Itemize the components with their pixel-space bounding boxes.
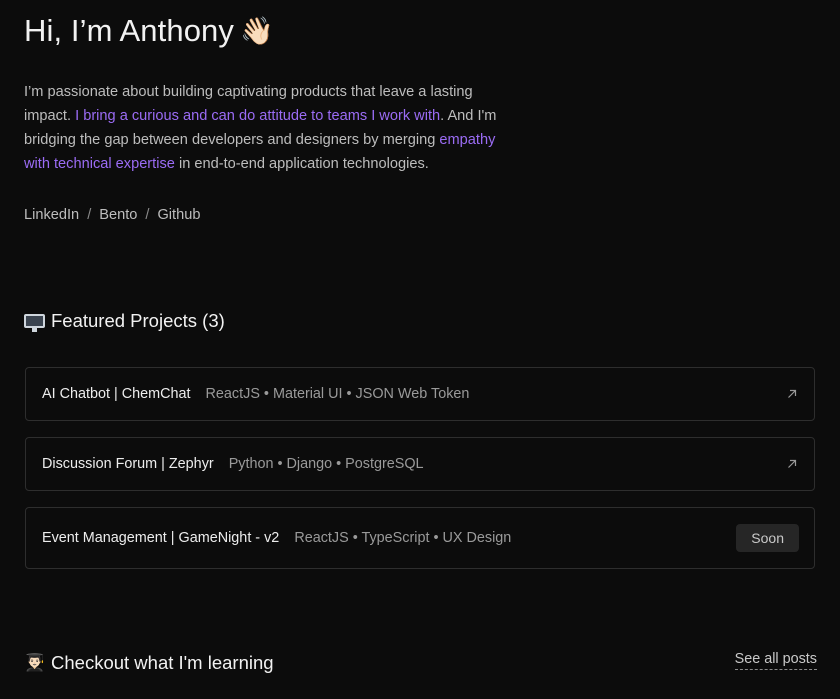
hero-title: Hi, I’m Anthony 👋🏻	[24, 10, 274, 52]
project-card-gamenight[interactable]: Event Management | GameNight - v2 ReactJ…	[25, 507, 815, 569]
soon-badge-wrapper: Soon	[736, 524, 799, 552]
see-all-posts-link[interactable]: See all posts	[734, 651, 817, 670]
project-tags: Python • Django • PostgreSQL	[228, 456, 424, 472]
desktop-monitor-icon	[24, 314, 45, 332]
project-name: AI Chatbot | ChemChat	[42, 386, 191, 402]
linkedin-link[interactable]: LinkedIn	[24, 207, 79, 223]
external-arrow-icon[interactable]	[786, 458, 798, 470]
featured-projects-title: Featured Projects (3)	[51, 310, 225, 331]
project-name: Event Management | GameNight - v2	[42, 530, 280, 546]
social-separator: /	[145, 207, 150, 223]
soon-badge: Soon	[736, 524, 799, 552]
project-tags: ReactJS • TypeScript • UX Design	[294, 530, 512, 546]
github-link[interactable]: Github	[157, 207, 200, 223]
bento-link[interactable]: Bento	[99, 207, 137, 223]
project-tags: ReactJS • Material UI • JSON Web Token	[205, 386, 470, 402]
hero-title-text: Hi, I’m Anthony	[24, 13, 234, 48]
project-card-zephyr[interactable]: Discussion Forum | Zephyr Python • Djang…	[25, 437, 815, 491]
intro-text-3: in end-to-end application technologies.	[174, 156, 429, 172]
learning-heading: 👨🏻‍🎓 Checkout what I'm learning	[24, 652, 274, 674]
intro-highlight-curious: I bring a curious and can do attitude to…	[75, 108, 441, 124]
intro-paragraph: I’m passionate about building captivatin…	[24, 80, 504, 176]
external-arrow-icon[interactable]	[786, 388, 798, 400]
project-card-chemchat[interactable]: AI Chatbot | ChemChat ReactJS • Material…	[25, 367, 815, 421]
learning-title: Checkout what I'm learning	[51, 652, 274, 673]
waving-hand-icon: 👋🏻	[239, 16, 274, 46]
featured-projects-heading: Featured Projects (3)	[24, 310, 225, 332]
social-separator: /	[87, 207, 92, 223]
student-icon: 👨🏻‍🎓	[24, 653, 46, 672]
social-links: LinkedIn / Bento / Github	[24, 207, 200, 223]
project-name: Discussion Forum | Zephyr	[42, 456, 214, 472]
